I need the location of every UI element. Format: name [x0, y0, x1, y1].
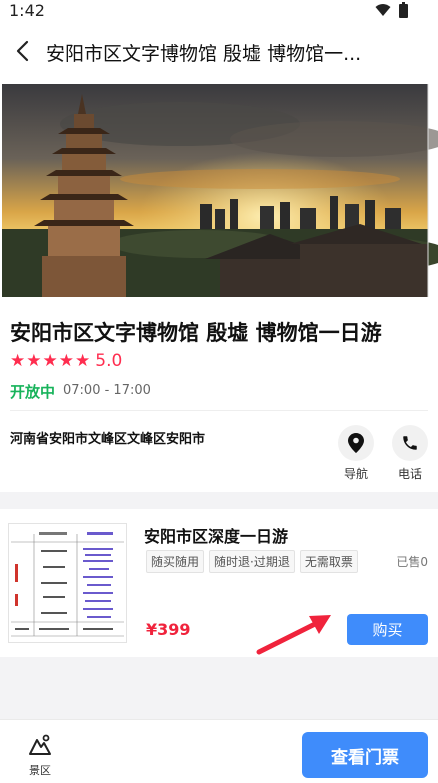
attraction-info: 安阳市区文字博物馆 殷墟 博物馆一日游 ★ ★ ★ ★ ★ 5.0 开放中 07… [0, 297, 438, 492]
product-title: 安阳市区深度一日游 [144, 527, 289, 546]
status-time: 1:42 [9, 1, 45, 20]
product-price: ¥399 [146, 620, 191, 639]
navigate-icon-wrap [338, 425, 374, 461]
buy-button[interactable]: 购买 [347, 614, 428, 645]
attraction-title: 安阳市区文字博物馆 殷墟 博物馆一日游 [10, 321, 382, 345]
bottom-bar: 景区 查看门票 [0, 719, 438, 783]
navigate-button[interactable]: 导航 [332, 425, 380, 485]
address: 河南省安阳市文峰区文峰区安阳市 [10, 432, 206, 447]
rating: ★ ★ ★ ★ ★ 5.0 [10, 351, 122, 371]
phone-icon-wrap [392, 425, 428, 461]
phone-icon [403, 436, 417, 450]
status-icons [375, 2, 408, 18]
pagoda-sunset-image [2, 84, 438, 297]
product-card[interactable]: 安阳市区深度一日游 随买随用 随时退·过期退 无需取票 已售0 ¥399 购买 [0, 509, 438, 657]
tag: 随买随用 [146, 550, 205, 573]
star-icon: ★ [42, 351, 58, 371]
product-tags: 随买随用 随时退·过期退 无需取票 [146, 550, 358, 573]
status-bar: 1:42 [0, 0, 438, 22]
phone-label: 电话 [397, 467, 422, 481]
star-icon: ★ [75, 351, 91, 371]
sold-count: 已售0 [396, 555, 428, 569]
rating-value: 5.0 [95, 351, 123, 371]
page-title: 安阳市区文字博物馆 殷墟 博物馆一... [46, 43, 362, 65]
tag: 随时退·过期退 [209, 550, 295, 573]
tag: 无需取票 [299, 550, 358, 573]
view-tickets-button[interactable]: 查看门票 [302, 732, 428, 778]
phone-button[interactable]: 电话 [386, 425, 434, 485]
open-hours: 07:00 - 17:00 [63, 383, 151, 398]
hero-image [0, 84, 438, 297]
open-status: 开放中 [10, 383, 56, 401]
star-icon: ★ [10, 351, 26, 371]
location-pin-icon [348, 433, 364, 453]
star-icon: ★ [58, 351, 74, 371]
divider [10, 410, 428, 411]
tab-scenic-label: 景区 [29, 764, 51, 777]
back-button[interactable] [8, 36, 36, 66]
itinerary-document-image [9, 524, 126, 642]
battery-icon [399, 2, 408, 18]
pointer-arrow-icon [256, 615, 331, 655]
nav-bar: 安阳市区文字博物馆 殷墟 博物馆一... [0, 22, 438, 84]
tab-scenic[interactable]: 景区 [22, 734, 58, 780]
mountain-icon [29, 734, 51, 755]
product-thumbnail[interactable] [8, 523, 127, 643]
star-icon: ★ [26, 351, 42, 371]
wifi-icon [375, 4, 391, 16]
navigate-label: 导航 [343, 467, 368, 481]
back-arrow-icon [16, 40, 29, 62]
